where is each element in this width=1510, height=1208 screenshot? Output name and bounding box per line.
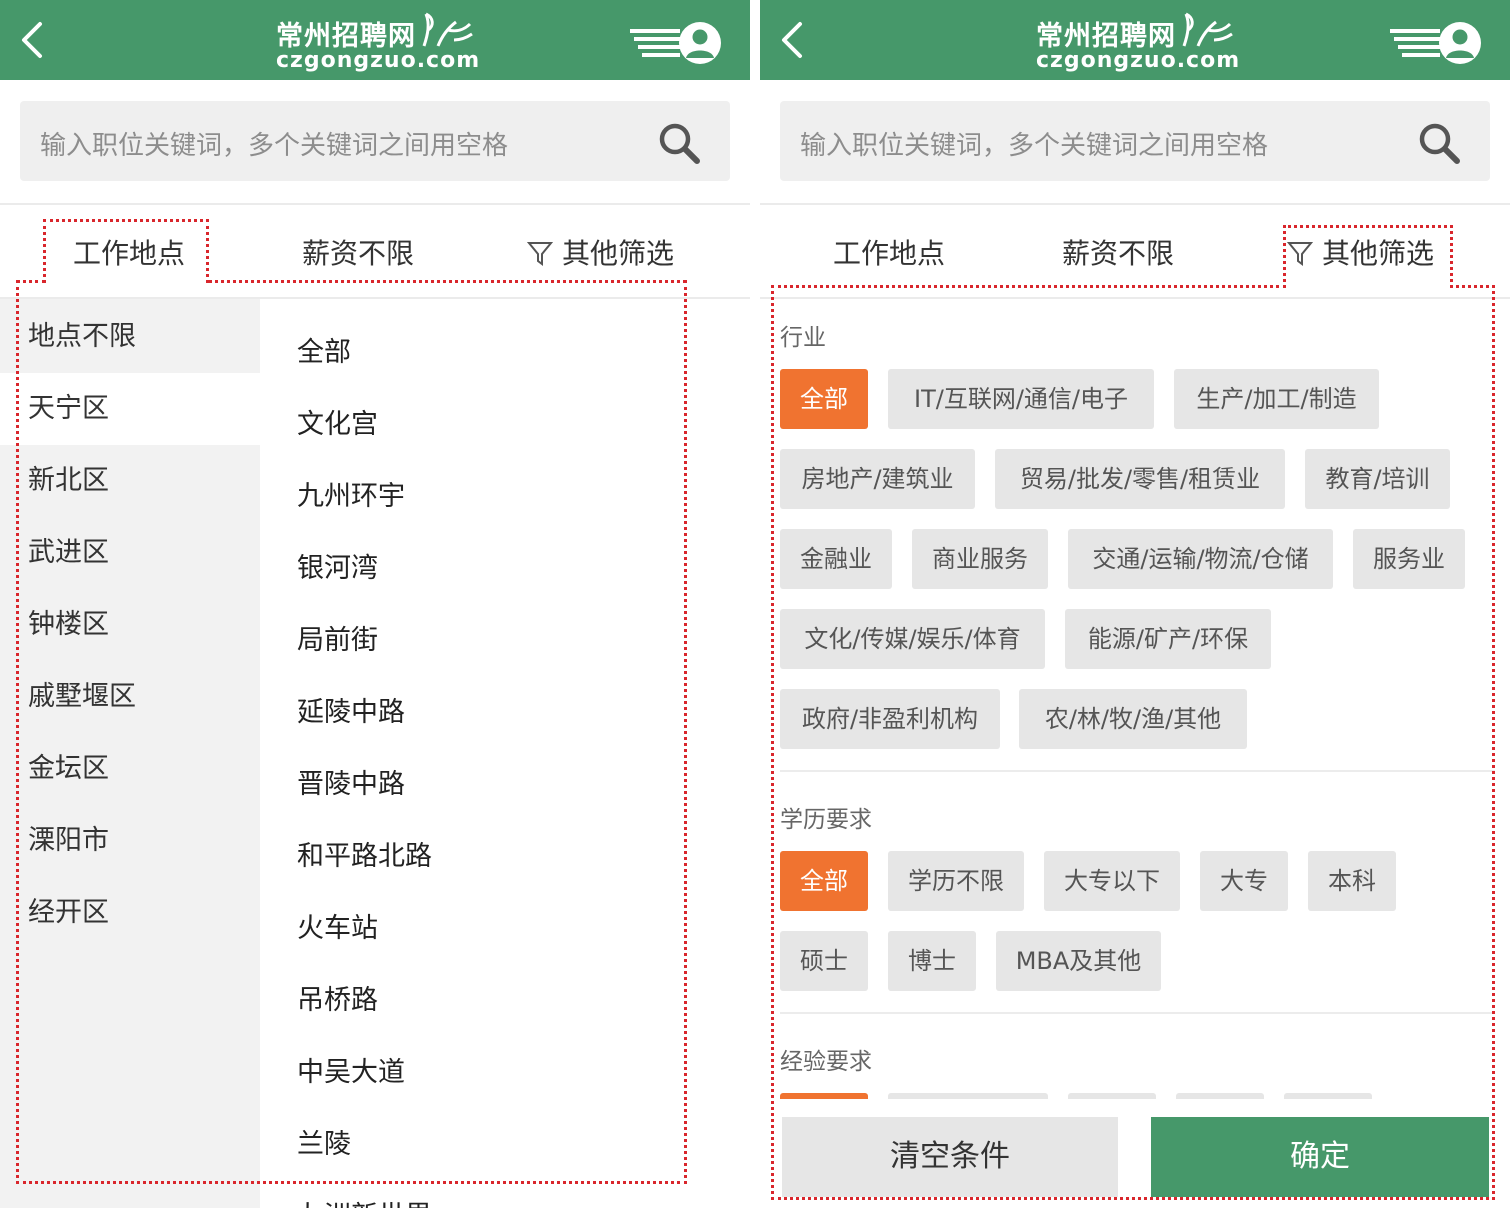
highlight-outline — [771, 285, 1495, 1200]
site-logo[interactable]: 常州招聘网 czgongzuo.com — [1036, 10, 1239, 73]
highlight-outline — [1283, 225, 1453, 288]
tab-other-filters[interactable]: 其他筛选 — [526, 232, 674, 272]
tab-other-filters-label: 其他筛选 — [562, 237, 675, 270]
logo-domain: czgongzuo.com — [1036, 48, 1241, 73]
leaf-logo-icon — [422, 12, 473, 47]
search-input[interactable]: 输入职位关键词，多个关键词之间用空格 — [800, 125, 1268, 162]
leaf-logo-icon — [1182, 12, 1233, 47]
other-filter-screen: 常州招聘网 czgongzuo.com 输入职位关键词，多个关键词之间用空格 工… — [760, 0, 1510, 1208]
search-bar[interactable]: 输入职位关键词，多个关键词之间用空格 — [780, 101, 1490, 181]
logo-domain: czgongzuo.com — [276, 48, 481, 73]
highlight-outline — [43, 219, 209, 283]
divider — [0, 203, 750, 205]
menu-user-icon[interactable] — [628, 20, 724, 66]
area-item[interactable]: 九洲新世界 — [297, 1194, 432, 1208]
tab-salary[interactable]: 薪资不限 — [302, 232, 414, 272]
location-filter-screen: 常州招聘网 czgongzuo.com 输入职位关键词，多个关键词之间用空格 工… — [0, 0, 750, 1208]
search-bar[interactable]: 输入职位关键词，多个关键词之间用空格 — [20, 101, 730, 181]
app-header: 常州招聘网 czgongzuo.com — [760, 0, 1510, 80]
tab-salary[interactable]: 薪资不限 — [1062, 232, 1174, 272]
funnel-icon — [526, 242, 554, 266]
search-icon[interactable] — [656, 120, 702, 166]
menu-user-icon[interactable] — [1388, 20, 1484, 66]
app-header: 常州招聘网 czgongzuo.com — [0, 0, 750, 80]
tab-location[interactable]: 工作地点 — [833, 232, 945, 272]
search-input[interactable]: 输入职位关键词，多个关键词之间用空格 — [40, 125, 508, 162]
chevron-left-icon[interactable] — [774, 18, 818, 62]
site-logo[interactable]: 常州招聘网 czgongzuo.com — [276, 10, 479, 73]
chevron-left-icon[interactable] — [14, 18, 58, 62]
search-icon[interactable] — [1416, 120, 1462, 166]
divider — [760, 203, 1510, 205]
highlight-outline — [16, 280, 687, 1184]
